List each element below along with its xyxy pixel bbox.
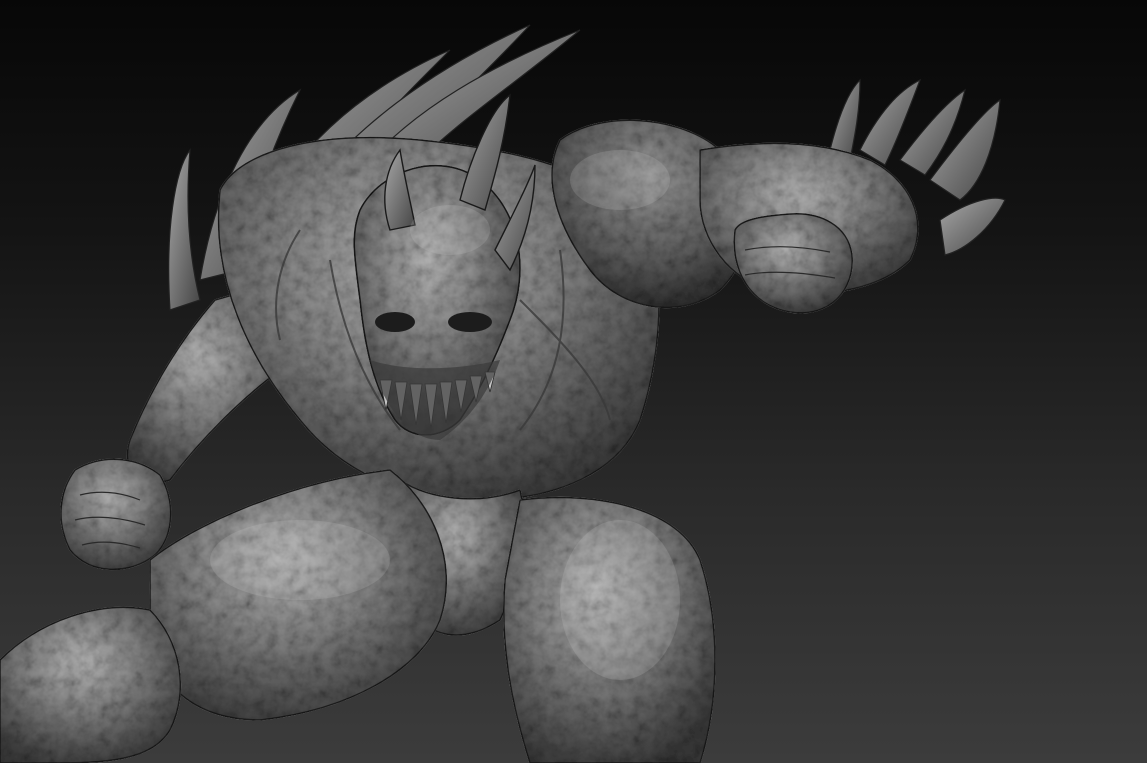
right-fist — [733, 213, 853, 314]
left-shin — [0, 606, 182, 763]
left-fist — [60, 458, 172, 571]
sculpt-viewport[interactable] — [0, 0, 1147, 763]
monster-sculpt-render — [0, 24, 1006, 763]
